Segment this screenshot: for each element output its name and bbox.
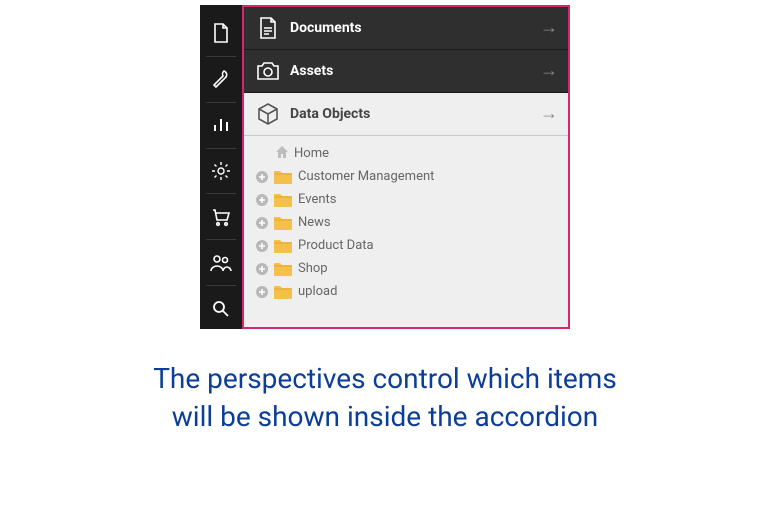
tree-item[interactable]: upload [254, 280, 558, 303]
spacer [254, 146, 270, 162]
arrow-right-icon: → [540, 19, 558, 37]
search-icon [212, 300, 230, 318]
home-icon [274, 145, 290, 163]
sidebar-item-tools[interactable] [200, 59, 242, 100]
cube-icon [256, 102, 280, 126]
accordion-header-data-objects[interactable]: Data Objects → [244, 93, 568, 136]
folder-icon [274, 262, 292, 276]
tree-label: News [298, 215, 331, 230]
accordion-panel: Documents → Assets → Data Objects → Ho [242, 5, 570, 329]
tree-label: upload [298, 284, 337, 299]
tree-label: Shop [298, 261, 328, 276]
tree-label: Events [298, 192, 336, 207]
divider [206, 239, 236, 240]
sidebar-item-settings[interactable] [200, 151, 242, 192]
plus-circle-icon[interactable] [254, 261, 270, 277]
tree: Home Customer Management Events News Produc… [244, 136, 568, 327]
folder-icon [274, 239, 292, 253]
users-icon [210, 254, 232, 272]
sidebar-item-reports[interactable] [200, 105, 242, 146]
tree-root[interactable]: Home [254, 142, 558, 165]
tree-label: Customer Management [298, 169, 434, 184]
divider [206, 193, 236, 194]
sidebar-item-shop[interactable] [200, 196, 242, 237]
app-screenshot: Documents → Assets → Data Objects → Ho [200, 5, 570, 329]
caption-line2: will be shown inside the accordion [172, 400, 598, 433]
document-icon [256, 16, 280, 40]
bar-chart-icon [212, 116, 230, 134]
sidebar-item-search[interactable] [200, 288, 242, 329]
caption-line1: The perspectives control which items [153, 362, 617, 395]
tree-label: Product Data [298, 238, 374, 253]
accordion-label: Assets [290, 63, 333, 79]
cart-icon [211, 207, 231, 227]
divider [206, 148, 236, 149]
file-icon [212, 23, 230, 43]
gear-icon [211, 161, 231, 181]
tree-item[interactable]: Events [254, 188, 558, 211]
tree-item[interactable]: News [254, 211, 558, 234]
plus-circle-icon[interactable] [254, 284, 270, 300]
tree-item[interactable]: Customer Management [254, 165, 558, 188]
accordion-label: Data Objects [290, 106, 370, 122]
tree-item[interactable]: Product Data [254, 234, 558, 257]
arrow-right-icon: → [540, 62, 558, 80]
plus-circle-icon[interactable] [254, 192, 270, 208]
accordion-header-documents[interactable]: Documents → [244, 7, 568, 50]
sidebar [200, 5, 242, 329]
sidebar-item-users[interactable] [200, 242, 242, 283]
tree-item[interactable]: Shop [254, 257, 558, 280]
divider [206, 285, 236, 286]
divider [206, 102, 236, 103]
accordion-header-assets[interactable]: Assets → [244, 50, 568, 93]
sidebar-item-file[interactable] [200, 13, 242, 54]
wrench-icon [211, 69, 231, 89]
plus-circle-icon[interactable] [254, 238, 270, 254]
folder-icon [274, 170, 292, 184]
divider [206, 56, 236, 57]
folder-icon [274, 216, 292, 230]
folder-icon [274, 193, 292, 207]
camera-icon [256, 59, 280, 83]
folder-icon [274, 285, 292, 299]
plus-circle-icon[interactable] [254, 215, 270, 231]
arrow-right-icon: → [540, 105, 558, 123]
accordion-label: Documents [290, 20, 362, 36]
tree-label: Home [294, 146, 329, 161]
plus-circle-icon[interactable] [254, 169, 270, 185]
caption: The perspectives control which items wil… [0, 360, 770, 436]
